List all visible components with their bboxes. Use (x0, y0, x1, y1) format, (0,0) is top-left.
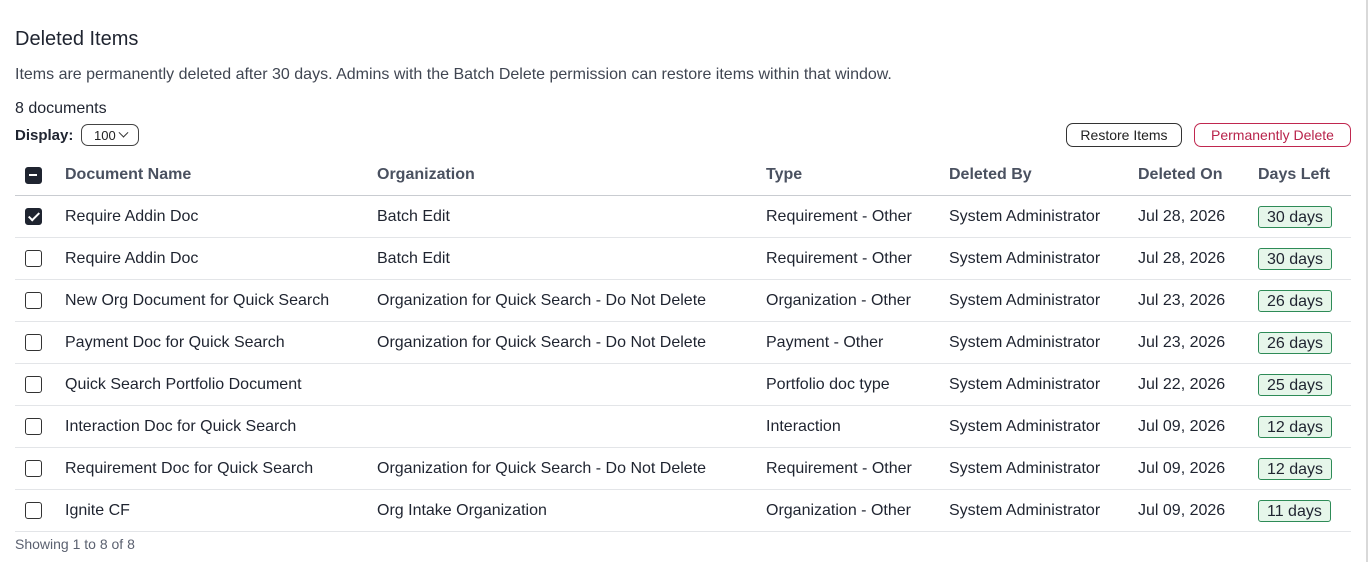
table-row[interactable]: Payment Doc for Quick Search Organization… (15, 322, 1351, 364)
row-type: Organization - Other (766, 291, 911, 309)
header-days-left[interactable]: Days Left (1258, 155, 1330, 195)
table-row[interactable]: New Org Document for Quick Search Organiz… (15, 280, 1351, 322)
table-row[interactable]: Require Addin Doc Batch Edit Requirement -… (15, 238, 1351, 280)
days-left-badge: 11 days (1258, 499, 1331, 522)
row-document-name[interactable]: New Org Document for Quick Search (65, 280, 329, 321)
row-document-name[interactable]: Ignite CF (65, 490, 130, 531)
row-checkbox[interactable] (25, 502, 42, 519)
select-all-checkbox[interactable] (25, 166, 42, 184)
row-deleted-by: System Administrator (949, 291, 1101, 309)
restore-items-button[interactable]: Restore Items (1066, 123, 1182, 147)
row-organization: Batch Edit (377, 249, 450, 267)
page-title: Deleted Items (15, 28, 139, 50)
row-deleted-on: Jul 22, 2026 (1138, 375, 1226, 393)
pagination-summary: Showing 1 to 8 of 8 (15, 536, 135, 552)
row-document-name[interactable]: Requirement Doc for Quick Search (65, 448, 313, 489)
days-left-badge: 30 days (1258, 205, 1333, 228)
days-left-badge: 25 days (1258, 373, 1333, 396)
row-checkbox[interactable] (25, 460, 42, 477)
row-deleted-by: System Administrator (949, 375, 1101, 393)
header-type[interactable]: Type (766, 155, 802, 195)
table-row[interactable]: Quick Search Portfolio Document Portfolio… (15, 364, 1351, 406)
permanently-delete-button[interactable]: Permanently Delete (1194, 123, 1351, 147)
row-deleted-by: System Administrator (949, 207, 1101, 225)
row-deleted-on: Jul 23, 2026 (1138, 333, 1226, 351)
row-deleted-on: Jul 28, 2026 (1138, 207, 1226, 225)
row-deleted-on: Jul 28, 2026 (1138, 249, 1226, 267)
row-checkbox[interactable] (25, 418, 42, 435)
row-deleted-on: Jul 09, 2026 (1138, 417, 1226, 435)
row-organization: Organization for Quick Search - Do Not D… (377, 333, 707, 351)
row-organization: Batch Edit (377, 207, 450, 225)
row-type: Requirement - Other (766, 249, 912, 267)
row-deleted-by: System Administrator (949, 249, 1101, 267)
row-checkbox[interactable] (25, 334, 42, 351)
display-label: Display: (15, 126, 74, 144)
row-document-name[interactable]: Require Addin Doc (65, 238, 198, 279)
deleted-items-table: Document Name Organization Type Deleted … (15, 155, 1351, 532)
row-document-name[interactable]: Require Addin Doc (65, 196, 198, 237)
row-checkbox[interactable] (25, 208, 42, 225)
row-deleted-on: Jul 09, 2026 (1138, 501, 1226, 519)
row-type: Requirement - Other (766, 207, 912, 225)
table-row[interactable]: Requirement Doc for Quick Search Organiza… (15, 448, 1351, 490)
chevron-down-icon (118, 127, 129, 138)
header-document-name[interactable]: Document Name (65, 155, 191, 195)
row-type: Portfolio doc type (766, 375, 890, 393)
days-left-badge: 12 days (1258, 415, 1333, 438)
table-row[interactable]: Require Addin Doc Batch Edit Requirement -… (15, 196, 1351, 238)
row-document-name[interactable]: Quick Search Portfolio Document (65, 364, 302, 405)
row-deleted-by: System Administrator (949, 501, 1101, 519)
document-count: 8 documents (15, 100, 107, 117)
header-deleted-by[interactable]: Deleted By (949, 155, 1032, 195)
row-deleted-on: Jul 09, 2026 (1138, 459, 1226, 477)
header-deleted-on[interactable]: Deleted On (1138, 155, 1222, 195)
row-deleted-by: System Administrator (949, 417, 1101, 435)
row-organization: Organization for Quick Search - Do Not D… (377, 459, 707, 477)
days-left-badge: 12 days (1258, 457, 1333, 480)
row-type: Organization - Other (766, 501, 911, 519)
row-document-name[interactable]: Payment Doc for Quick Search (65, 322, 285, 363)
row-deleted-by: System Administrator (949, 459, 1101, 477)
table-row[interactable]: Ignite CF Org Intake Organization Organiza… (15, 490, 1351, 532)
table-row[interactable]: Interaction Doc for Quick Search Interact… (15, 406, 1351, 448)
row-deleted-by: System Administrator (949, 333, 1101, 351)
days-left-badge: 30 days (1258, 247, 1333, 270)
row-type: Interaction (766, 417, 841, 435)
row-organization: Org Intake Organization (377, 501, 547, 519)
days-left-badge: 26 days (1258, 331, 1333, 354)
row-checkbox[interactable] (25, 376, 42, 393)
header-organization[interactable]: Organization (377, 155, 475, 195)
page-size-value: 100 (94, 127, 116, 143)
row-type: Requirement - Other (766, 459, 912, 477)
row-document-name[interactable]: Interaction Doc for Quick Search (65, 406, 296, 447)
page-size-select[interactable]: 100 (81, 124, 140, 146)
table-header-row: Document Name Organization Type Deleted … (15, 155, 1351, 196)
page-description: Items are permanently deleted after 30 d… (15, 66, 892, 83)
days-left-badge: 26 days (1258, 289, 1333, 312)
table-body: Require Addin Doc Batch Edit Requirement -… (15, 196, 1351, 532)
row-checkbox[interactable] (25, 250, 42, 267)
row-checkbox[interactable] (25, 292, 42, 309)
row-type: Payment - Other (766, 333, 884, 351)
row-deleted-on: Jul 23, 2026 (1138, 291, 1226, 309)
display-control: Display: 100 (15, 123, 140, 147)
row-organization: Organization for Quick Search - Do Not D… (377, 291, 707, 309)
